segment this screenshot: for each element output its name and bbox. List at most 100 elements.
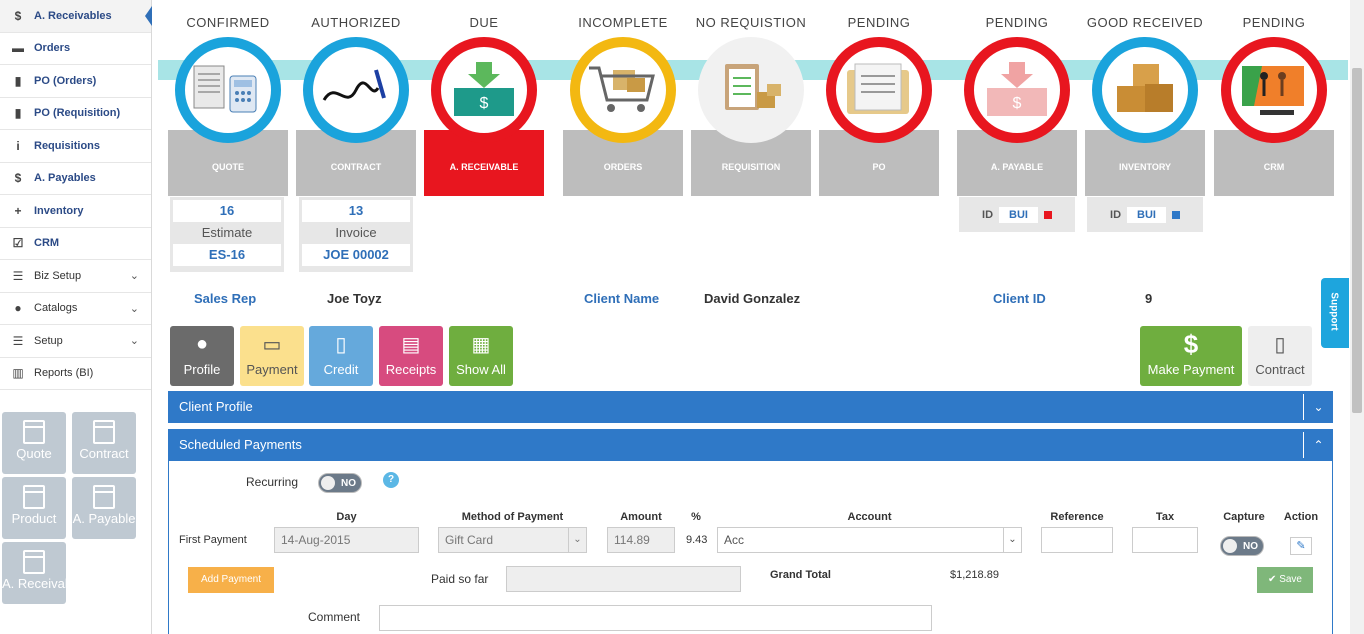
sidebar-item-setup[interactable]: ☰ Setup ⌄ xyxy=(0,325,151,358)
sidebar-item-orders[interactable]: ▬ Orders xyxy=(0,33,151,65)
stage-a-receivable[interactable]: DUE $ A. RECEIVABLE xyxy=(424,10,544,200)
quote-type: Estimate xyxy=(201,225,253,240)
help-icon[interactable]: ? xyxy=(383,472,399,488)
comment-field[interactable] xyxy=(379,605,932,631)
stage-ring xyxy=(1092,37,1198,143)
stage-quote[interactable]: CONFIRMED QUOTE xyxy=(168,10,288,200)
list-icon: ▦ xyxy=(471,333,491,356)
support-tab[interactable]: Support xyxy=(1321,278,1349,348)
stage-ring xyxy=(303,37,409,143)
palette-icon: ● xyxy=(14,301,22,316)
cart-icon: ▬ xyxy=(12,41,24,56)
tile-a-payable[interactable]: A. Payable xyxy=(72,477,136,539)
paid-so-far-field[interactable] xyxy=(506,566,741,592)
checkbox-icon: ☑ xyxy=(12,236,24,251)
plus-icon: + xyxy=(14,203,22,218)
check-icon: ✔ xyxy=(1268,574,1280,585)
stage-ring xyxy=(826,37,932,143)
dollar-icon: $ xyxy=(14,171,22,186)
documents-calculator-icon xyxy=(193,65,257,113)
capture-toggle[interactable]: NO xyxy=(1220,536,1264,556)
amount-field[interactable]: 114.89 xyxy=(607,527,675,553)
header-account: Account xyxy=(847,511,892,523)
tile-contract[interactable]: Contract xyxy=(72,412,136,474)
recurring-toggle[interactable]: NO xyxy=(318,473,362,493)
toggle-knob xyxy=(321,476,335,490)
save-button[interactable]: ✔ Save xyxy=(1257,567,1313,593)
add-payment-button[interactable]: Add Payment xyxy=(188,567,274,593)
sidebar-item-requisitions[interactable]: i Requisitions xyxy=(0,130,151,163)
client-id-value: 9 xyxy=(1145,291,1153,306)
a-payable-id-box: ID BUI xyxy=(959,197,1075,232)
chart-icon: ▥ xyxy=(12,366,24,381)
calendar-icon xyxy=(23,420,45,444)
account-select[interactable]: Acc ⌄ xyxy=(717,527,1022,553)
stage-requisition[interactable]: NO REQUISTION REQUISITION xyxy=(691,10,811,200)
stage-contract[interactable]: AUTHORIZED CONTRACT xyxy=(296,10,416,200)
method-select[interactable]: Gift Card ⌄ xyxy=(438,527,587,553)
sidebar-item-a-payables[interactable]: $ A. Payables xyxy=(0,163,151,195)
document-icon: ▤ xyxy=(401,333,421,356)
credit-button[interactable]: ▯ Credit xyxy=(309,326,373,386)
scheduled-payments-panel-header[interactable]: Scheduled Payments ⌃ xyxy=(168,429,1333,461)
sidebar-item-biz-setup[interactable]: ☰ Biz Setup ⌄ xyxy=(0,260,151,293)
stage-crm[interactable]: PENDING CRM xyxy=(1214,10,1334,200)
file-icon: ▮ xyxy=(14,73,22,88)
sidebar-item-catalogs[interactable]: ● Catalogs ⌄ xyxy=(0,293,151,325)
profile-button[interactable]: ● Profile xyxy=(170,326,234,386)
id-value[interactable]: BUI xyxy=(999,206,1038,223)
tile-product[interactable]: Product xyxy=(2,477,66,539)
stage-po[interactable]: PENDING PO xyxy=(819,10,939,200)
client-name-value: David Gonzalez xyxy=(704,291,801,306)
edit-icon[interactable]: ✎ xyxy=(1290,537,1312,555)
sidebar-item-po-requisition[interactable]: ▮ PO (Requisition) xyxy=(0,98,151,130)
info-icon: i xyxy=(16,138,20,153)
chevron-down-icon[interactable]: ⌄ xyxy=(1303,394,1333,420)
sidebar-item-crm[interactable]: ☑ CRM xyxy=(0,228,151,260)
day-field[interactable]: 14-Aug-2015 xyxy=(274,527,419,553)
stage-orders[interactable]: INCOMPLETE ORDERS xyxy=(563,10,683,200)
sidebar-item-a-receivables[interactable]: $ A. Receivables xyxy=(0,0,152,33)
contract-button[interactable]: ▯ Contract xyxy=(1248,326,1312,386)
scrollbar-thumb[interactable] xyxy=(1352,68,1362,413)
sidebar-item-po-orders[interactable]: ▮ PO (Orders) xyxy=(0,65,151,98)
header-tax: Tax xyxy=(1155,511,1175,523)
stage-ring: $ xyxy=(964,37,1070,143)
id-label: ID xyxy=(1110,208,1122,221)
tile-a-receivable[interactable]: A. Receivable xyxy=(2,542,82,604)
stage-ring xyxy=(570,37,676,143)
id-value[interactable]: BUI xyxy=(1127,206,1166,223)
boxes-icon xyxy=(1117,64,1173,112)
grand-total-value: $1,218.89 xyxy=(950,569,999,581)
contract-number[interactable]: 13 xyxy=(302,200,410,222)
sidebar-item-reports[interactable]: ▥ Reports (BI) xyxy=(0,358,151,390)
chevron-down-icon: ⌄ xyxy=(1003,528,1021,552)
make-payment-button[interactable]: $ Make Payment xyxy=(1140,326,1242,386)
show-all-button[interactable]: ▦ Show All xyxy=(449,326,513,386)
header-day: Day xyxy=(336,511,357,523)
quote-code[interactable]: ES-16 xyxy=(173,244,281,266)
client-name-label: Client Name xyxy=(584,291,660,306)
header-method: Method of Payment xyxy=(461,511,564,523)
reference-field[interactable] xyxy=(1041,527,1113,553)
chevron-up-icon[interactable]: ⌃ xyxy=(1303,432,1333,458)
credit-card-icon: ▭ xyxy=(262,333,282,356)
sidebar-item-inventory[interactable]: + Inventory xyxy=(0,195,151,228)
page-scrollbar[interactable] xyxy=(1350,0,1364,634)
inventory-id-box: ID BUI xyxy=(1087,197,1203,232)
client-profile-panel-header[interactable]: Client Profile ⌄ xyxy=(168,391,1333,423)
payment-button[interactable]: ▭ Payment xyxy=(240,326,304,386)
quote-number[interactable]: 16 xyxy=(173,200,281,222)
receipts-button[interactable]: ▤ Receipts xyxy=(379,326,443,386)
status-square-icon xyxy=(1171,210,1180,219)
calendar-icon xyxy=(23,485,45,509)
client-id-label: Client ID xyxy=(993,291,1046,306)
tax-field[interactable] xyxy=(1132,527,1198,553)
paid-so-far-label: Paid so far xyxy=(431,572,489,586)
envelope-document-icon xyxy=(847,63,909,114)
stage-inventory[interactable]: GOOD RECEIVED INVENTORY xyxy=(1085,10,1205,200)
stage-a-payable[interactable]: PENDING $ A. PAYABLE xyxy=(957,10,1077,200)
tile-quote[interactable]: Quote xyxy=(2,412,66,474)
contract-code[interactable]: JOE 00002 xyxy=(302,244,410,266)
calendar-icon xyxy=(93,485,115,509)
